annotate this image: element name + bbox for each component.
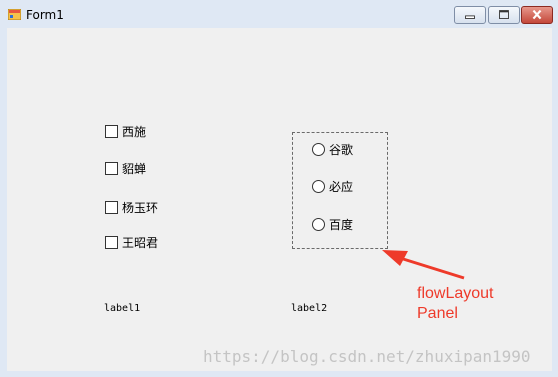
annotation-line-2: Panel: [417, 305, 458, 322]
annotation-line-1: flowLayout: [417, 285, 494, 302]
annotation-arrow-icon: [382, 250, 465, 280]
watermark: https://blog.csdn.net/zhuxipan1990: [203, 347, 531, 366]
flowlayout-annotation: flowLayout Panel: [417, 284, 494, 324]
radio-circle[interactable]: [312, 218, 325, 231]
checkbox-label: 貂蝉: [122, 162, 147, 176]
checkbox-label: 杨玉环: [122, 201, 159, 215]
maximize-icon: [499, 10, 509, 19]
radio-label: 谷歌: [329, 143, 354, 157]
checkbox-box[interactable]: [105, 162, 118, 175]
checkbox-box[interactable]: [105, 125, 118, 138]
form-window: Form1 西施 貂蝉 杨玉环 王昭君 谷歌 必应 百度 label1 labe…: [0, 0, 558, 377]
minimize-button[interactable]: [454, 6, 486, 24]
checkbox-label: 西施: [122, 125, 147, 139]
window-title: Form1: [26, 8, 64, 22]
close-icon: [532, 9, 542, 20]
radio-circle[interactable]: [312, 143, 325, 156]
form-icon: [8, 9, 21, 20]
checkbox-label: 王昭君: [122, 236, 159, 250]
checkbox-box[interactable]: [105, 201, 118, 214]
title-bar[interactable]: Form1: [0, 0, 558, 28]
checkbox-box[interactable]: [105, 236, 118, 249]
close-button[interactable]: [521, 6, 553, 24]
radio-label: 百度: [329, 218, 354, 232]
radio-circle[interactable]: [312, 180, 325, 193]
maximize-button[interactable]: [488, 6, 520, 24]
label1: label1: [104, 303, 141, 314]
flow-layout-panel: 谷歌 必应 百度: [292, 132, 388, 249]
radio-label: 必应: [329, 180, 354, 194]
label2: label2: [291, 303, 328, 314]
minimize-icon: [465, 15, 475, 19]
